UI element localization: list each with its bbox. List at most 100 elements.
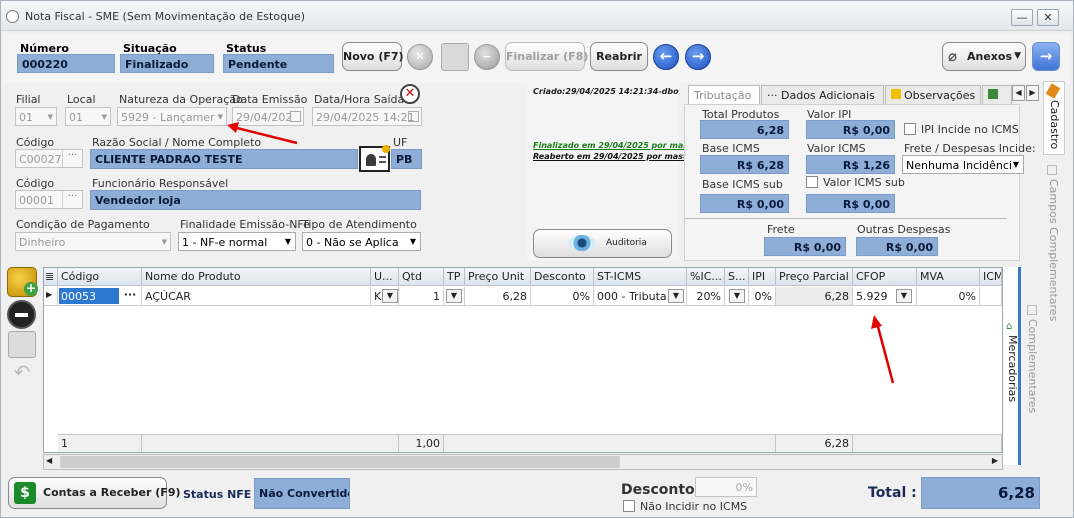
cell-nome[interactable]: AÇÚCAR xyxy=(142,287,371,306)
cell-preco-unit[interactable]: 6,28 xyxy=(465,287,531,306)
natureza-select[interactable]: 5929 - Lançamer ▼ xyxy=(117,107,227,126)
undo-icon[interactable]: ↶ xyxy=(8,361,36,385)
cell-unidade[interactable]: K ▼ xyxy=(371,287,399,306)
tipo-atendimento-select[interactable]: 0 - Não se Aplica ▼ xyxy=(302,232,421,251)
truck-icon xyxy=(988,89,998,99)
novo-button[interactable]: Novo (F7) xyxy=(342,42,404,71)
cell-codigo[interactable]: 00053 ··· xyxy=(58,287,142,306)
tab-more[interactable] xyxy=(982,85,1012,105)
grid-menu-icon[interactable]: ≣ xyxy=(44,268,58,286)
cell-desconto[interactable]: 0% xyxy=(531,287,594,306)
col-preco-unit[interactable]: Preço Unit xyxy=(465,268,531,286)
title-bar: Nota Fiscal - SME (Sem Movimentação de E… xyxy=(1,1,1073,31)
divider xyxy=(685,218,1007,219)
side-tab-campos[interactable]: Campos Complementares xyxy=(1043,159,1065,329)
codigo-cliente-field[interactable]: C00027 ··· xyxy=(15,149,83,168)
outras-despesas-field: R$ 0,00 xyxy=(856,237,938,256)
filial-select[interactable]: 01 ▼ xyxy=(15,107,57,126)
nao-incidir-checkbox[interactable] xyxy=(623,500,635,512)
save-icon[interactable] xyxy=(441,43,469,71)
reabrir-button[interactable]: Reabrir xyxy=(590,42,648,71)
add-item-icon[interactable]: + xyxy=(7,267,38,297)
tab-dados-adicionais[interactable]: ··· Dados Adicionais xyxy=(761,85,884,105)
col-preco-parcial[interactable]: Preço Parcial xyxy=(776,268,853,286)
codigo2-label: Código xyxy=(16,177,55,190)
contas-receber-button[interactable]: $ Contas a Receber (F9) xyxy=(8,477,181,509)
calendar-icon[interactable] xyxy=(408,111,419,122)
col-st-icms[interactable]: ST-ICMS xyxy=(594,268,687,286)
total-produtos-field: 6,28 xyxy=(700,120,789,139)
cell-st-icms[interactable]: 000 - Tributa... ▼ xyxy=(594,287,687,306)
col-icm[interactable]: ICM xyxy=(980,268,1002,286)
condicao-select[interactable]: Dinheiro ▼ xyxy=(15,232,171,251)
finalizar-button[interactable]: Finalizar (F8) xyxy=(505,42,588,71)
cell-mva[interactable]: 0% xyxy=(917,287,980,306)
status-field: Pendente xyxy=(223,54,334,73)
scroll-thumb[interactable] xyxy=(60,456,620,468)
cell-qtd[interactable]: 1 xyxy=(399,287,444,306)
remove-item-icon[interactable] xyxy=(7,300,36,329)
data-hora-saida-field[interactable]: 29/04/2025 14:21 xyxy=(312,107,422,126)
col-mva[interactable]: MVA xyxy=(917,268,980,286)
valor-icms-sub-checkbox[interactable] xyxy=(806,176,818,188)
cell-icm[interactable] xyxy=(980,287,1002,306)
save-item-icon[interactable] xyxy=(8,331,36,358)
frete-despesas-select[interactable]: Nenhuma Incidênci ▼ xyxy=(902,155,1024,174)
form-icon xyxy=(1027,305,1037,315)
lookup-dots-icon[interactable]: ··· xyxy=(62,150,82,167)
scroll-left-icon[interactable]: ◀ xyxy=(46,456,52,465)
anexos-button[interactable]: ⌀ Anexos ▼ xyxy=(942,42,1026,71)
desconto-field[interactable]: 0% xyxy=(695,477,757,497)
tab-scroll-left-icon[interactable]: ◀ xyxy=(1012,85,1025,101)
col-nome-produto[interactable]: Nome do Produto xyxy=(142,268,371,286)
cell-ipi[interactable]: 0% xyxy=(749,287,776,306)
valor-icms-label: Valor ICMS xyxy=(807,142,866,155)
dropdown-icon: ▼ xyxy=(896,289,912,303)
lookup-dots-icon[interactable]: ··· xyxy=(62,191,82,208)
ipi-incide-checkbox[interactable] xyxy=(904,123,916,135)
col-qtd[interactable]: Qtd xyxy=(399,268,444,286)
next-arrow-icon[interactable]: → xyxy=(685,44,711,70)
go-arrow-icon[interactable]: → xyxy=(1032,42,1060,71)
side-tab-complementares[interactable]: Complementares xyxy=(1023,301,1041,451)
col-unidade[interactable]: U... xyxy=(371,268,399,286)
cell-tp[interactable]: ▼ xyxy=(444,287,465,306)
col-cfop[interactable]: CFOP xyxy=(853,268,917,286)
cancel-icon[interactable]: ✕ xyxy=(407,44,433,70)
remove-icon[interactable]: − xyxy=(474,44,500,70)
data-hora-saida-label: Data/Hora Saída xyxy=(314,93,405,106)
tab-tributacao[interactable]: Tributação xyxy=(688,85,760,105)
data-emissao-label: Data Emissão xyxy=(232,93,308,106)
delete-x-icon[interactable]: ✕ xyxy=(400,84,420,104)
col-perc-icms[interactable]: %IC... xyxy=(687,268,725,286)
tab-observacoes[interactable]: Observações xyxy=(885,85,981,105)
local-select[interactable]: 01 ▼ xyxy=(65,107,111,126)
tipo-atendimento-label: Tipo de Atendimento xyxy=(302,218,417,231)
codigo-funcionario-field[interactable]: 00001 ··· xyxy=(15,190,83,209)
finalidade-select[interactable]: 1 - NF-e normal ▼ xyxy=(178,232,296,251)
col-ipi[interactable]: IPI xyxy=(749,268,776,286)
razao-field: CLIENTE PADRAO TESTE xyxy=(90,149,358,169)
cell-cfop[interactable]: 5.929 ▼ xyxy=(853,287,917,306)
col-desconto[interactable]: Desconto xyxy=(531,268,594,286)
previous-arrow-icon[interactable]: ← xyxy=(653,44,679,70)
side-tab-mercadorias[interactable]: ⌂ Mercadorias xyxy=(1003,267,1021,465)
dropdown-icon: ▼ xyxy=(668,289,684,303)
col-tp[interactable]: TP xyxy=(444,268,465,286)
horizontal-scrollbar[interactable]: ◀ ▶ xyxy=(43,454,1003,470)
minimize-button[interactable]: — xyxy=(1011,9,1033,26)
tab-scroll-right-icon[interactable]: ▶ xyxy=(1026,85,1039,101)
cell-s[interactable]: ▼ xyxy=(725,287,749,306)
col-codigo[interactable]: Código xyxy=(58,268,142,286)
cell-perc-icms[interactable]: 20% xyxy=(687,287,725,306)
base-icms-field: R$ 6,28 xyxy=(700,155,789,174)
side-tab-cadastro[interactable]: Cadastro xyxy=(1043,81,1065,155)
scroll-right-icon[interactable]: ▶ xyxy=(992,456,998,465)
valor-ipi-field: R$ 0,00 xyxy=(806,120,895,139)
funcionario-label: Funcionário Responsável xyxy=(92,177,229,190)
close-window-button[interactable]: ✕ xyxy=(1037,9,1059,26)
auditoria-button[interactable]: Auditoria xyxy=(533,229,672,258)
contact-card-icon[interactable] xyxy=(359,145,390,172)
lookup-dots-icon[interactable]: ··· xyxy=(120,288,140,304)
col-s[interactable]: S... xyxy=(725,268,749,286)
